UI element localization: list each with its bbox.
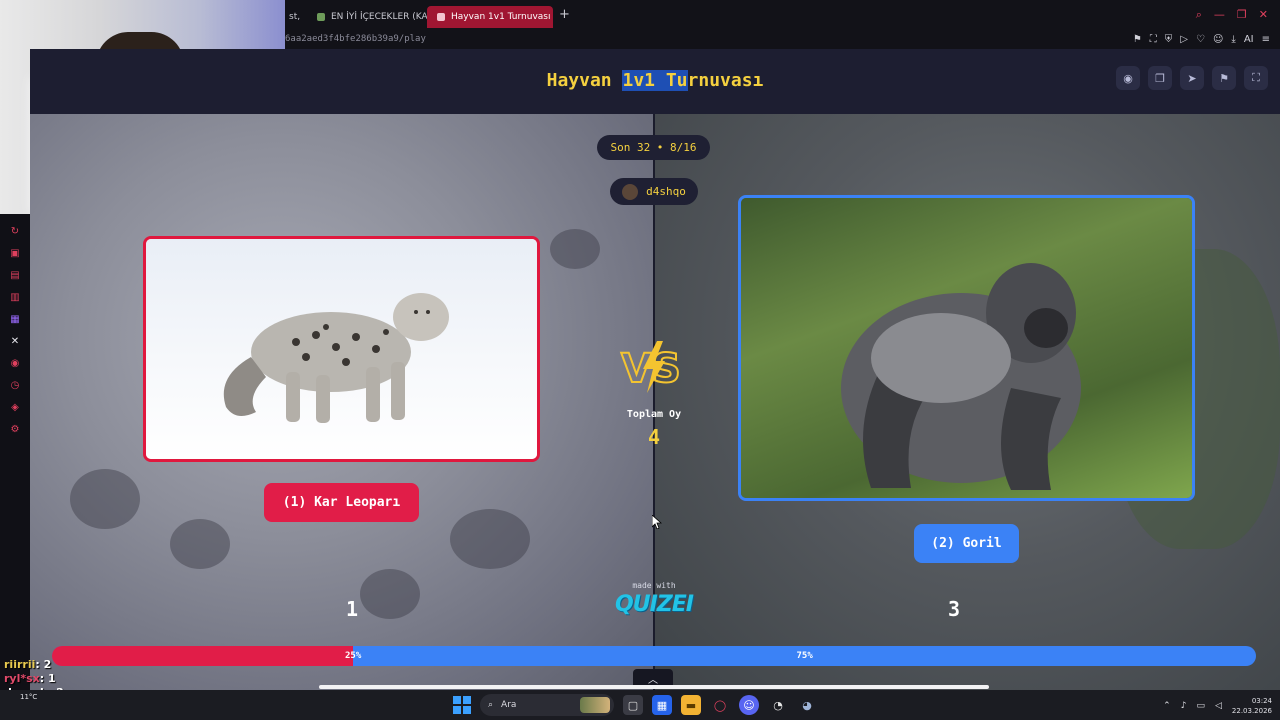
taskbar-apps: ⌕ Ara ▢ ▦ ▬ ◯ ☺ ◔ ◕ — [453, 694, 817, 716]
tab-favicon-icon — [437, 12, 445, 21]
steam-icon[interactable]: ◕ — [797, 695, 817, 715]
twitch-icon[interactable]: ▦ — [8, 312, 22, 326]
shield-icon[interactable]: ⛨ — [1165, 34, 1173, 45]
volume-icon[interactable]: ◁ — [1215, 701, 1222, 711]
play-icon[interactable]: ▷ — [1180, 34, 1188, 45]
round-badge: Son 32 • 8/16 — [597, 135, 710, 160]
account-icon[interactable]: ☺ — [1213, 34, 1223, 45]
share-icon[interactable]: ➤ — [1180, 66, 1204, 90]
mail-icon[interactable]: ▥ — [8, 290, 22, 304]
url-field[interactable]: 6aa2aed3f4bfe286b39a9/play — [285, 34, 426, 44]
right-vote-count: 3 — [947, 597, 961, 621]
fullscreen-icon[interactable]: ⛶ — [1244, 66, 1268, 90]
page-title: Hayvan 1v1 Turnuvası — [546, 70, 764, 91]
task-view-icon[interactable]: ▢ — [623, 695, 643, 715]
bookmark-icon[interactable]: ⚑ — [1133, 34, 1142, 45]
choice-card-left[interactable] — [143, 236, 540, 462]
gorilla-image — [841, 263, 1081, 490]
microphone-icon[interactable]: ♪ — [1181, 701, 1187, 711]
quiz-page: Hayvan 1v1 Turnuvası ◉ ❐ ➤ ⚑ ⛶ Son 32 • … — [30, 49, 1280, 690]
weather-widget[interactable]: 11°C — [20, 693, 37, 702]
clock-icon[interactable]: ◷ — [8, 378, 22, 392]
tab-favicon-icon — [317, 12, 325, 21]
settings-icon[interactable]: ⚙ — [8, 422, 22, 436]
network-icon[interactable]: ▭ — [1196, 701, 1205, 711]
restore-icon[interactable]: ❐ — [1237, 8, 1247, 22]
chevron-up-icon[interactable]: ⌃ — [1163, 701, 1171, 711]
snow-leopard-image — [223, 293, 449, 423]
search-tabs-icon[interactable]: ⌕ — [1196, 8, 1202, 22]
player-icon[interactable]: ◉ — [8, 356, 22, 370]
search-placeholder: Ara — [501, 700, 517, 710]
screen: st, EN İYİ İÇECEKLER (KAHVE Hayvan 1v1 T… — [0, 0, 1280, 720]
taskbar-search[interactable]: ⌕ Ara — [480, 694, 614, 716]
flag-icon[interactable]: ⚑ — [1212, 66, 1236, 90]
file-explorer-icon[interactable]: ▬ — [681, 695, 701, 715]
vote-left-button[interactable]: (1) Kar Leoparı — [264, 483, 419, 522]
discord-icon[interactable]: ☺ — [739, 695, 759, 715]
tab-bar: st, EN İYİ İÇECEKLER (KAHVE Hayvan 1v1 T… — [285, 0, 1280, 29]
vote-progress-bar: 25% 75% — [52, 646, 1256, 666]
user-badge: d4shqo — [610, 178, 698, 205]
windows-start-icon[interactable] — [453, 696, 471, 714]
copy-icon[interactable]: ❐ — [1148, 66, 1172, 90]
quiz-header: Hayvan 1v1 Turnuvası ◉ ❐ ➤ ⚑ ⛶ — [30, 49, 1280, 114]
search-highlight-image — [580, 697, 610, 713]
tab-label: Hayvan 1v1 Turnuvası - Tie — [451, 11, 553, 22]
eye-icon[interactable]: ◉ — [1116, 66, 1140, 90]
left-percent-label: 25% — [345, 651, 362, 661]
screenshot-icon[interactable]: ⛶ — [1150, 34, 1157, 45]
window-controls: ⌕ — ❐ ✕ — [1196, 8, 1280, 22]
browser-toolbar: ⚑ ⛶ ⛨ ▷ ♡ ☺ ⤓ AI ≡ — [1133, 34, 1280, 45]
tab-label: EN İYİ İÇECEKLER (KAHVE — [331, 11, 427, 22]
total-votes-label: Toplam Oy — [626, 409, 682, 420]
opera-gx-icon[interactable]: ◯ — [710, 695, 730, 715]
brand-logo[interactable]: QUIZEI — [604, 592, 704, 617]
tab-item[interactable]: st, — [285, 6, 307, 28]
minimize-icon[interactable]: — — [1214, 8, 1225, 22]
search-icon: ⌕ — [488, 700, 494, 710]
close-window-icon[interactable]: ✕ — [1259, 8, 1268, 22]
browser-sidebar: ↻ ▣ ▤ ▥ ▦ ✕ ◉ ◷ ◈ ⚙ — [0, 214, 30, 690]
app-icon[interactable]: ◔ — [768, 695, 788, 715]
refresh-icon[interactable]: ↻ — [8, 224, 22, 238]
tab-item[interactable]: EN İYİ İÇECEKLER (KAHVE — [307, 6, 427, 28]
system-tray: ⌃ ♪ ▭ ◁ 03:24 22.03.2026 — [1163, 696, 1272, 716]
username: d4shqo — [646, 185, 686, 198]
address-bar: 6aa2aed3f4bfe286b39a9/play ⚑ ⛶ ⛨ ▷ ♡ ☺ ⤓… — [285, 29, 1280, 49]
store-icon[interactable]: ▦ — [652, 695, 672, 715]
header-actions: ◉ ❐ ➤ ⚑ ⛶ — [1116, 66, 1268, 90]
vote-right-button[interactable]: (2) Goril — [914, 524, 1019, 563]
total-votes-value: 4 — [647, 425, 661, 449]
tab-item-active[interactable]: Hayvan 1v1 Turnuvası - Tie ✕ — [427, 5, 553, 28]
choice-card-right[interactable] — [738, 195, 1195, 501]
avatar — [622, 183, 639, 200]
vs-icon: VS — [620, 341, 682, 393]
cube-icon[interactable]: ◈ — [8, 400, 22, 414]
left-vote-count: 1 — [345, 597, 359, 621]
taskbar: 11°C ⌕ Ara ▢ ▦ ▬ ◯ ☺ ◔ ◕ ⌃ ♪ ▭ ◁ 03:24 2… — [0, 690, 1280, 720]
mouse-cursor-icon — [652, 515, 662, 529]
heart-icon[interactable]: ♡ — [1196, 34, 1205, 45]
menu-icon[interactable]: ≡ — [1262, 34, 1270, 45]
ai-button[interactable]: AI — [1244, 34, 1254, 45]
left-progress-fill — [52, 646, 353, 666]
clock[interactable]: 03:24 22.03.2026 — [1232, 696, 1272, 716]
made-with-label: made with — [632, 581, 676, 590]
bag-icon[interactable]: ▣ — [8, 246, 22, 260]
x-icon[interactable]: ✕ — [8, 334, 22, 348]
horizontal-scrollbar[interactable] — [319, 685, 989, 689]
chat-message: ryl*sx: 1 — [4, 672, 56, 685]
right-percent-label: 75% — [796, 651, 813, 661]
chat-icon[interactable]: ▤ — [8, 268, 22, 282]
tab-label: st, — [289, 11, 301, 22]
download-icon[interactable]: ⤓ — [1231, 34, 1235, 45]
chat-message: riirrii: 2 — [4, 658, 52, 671]
new-tab-button[interactable]: + — [559, 7, 570, 22]
